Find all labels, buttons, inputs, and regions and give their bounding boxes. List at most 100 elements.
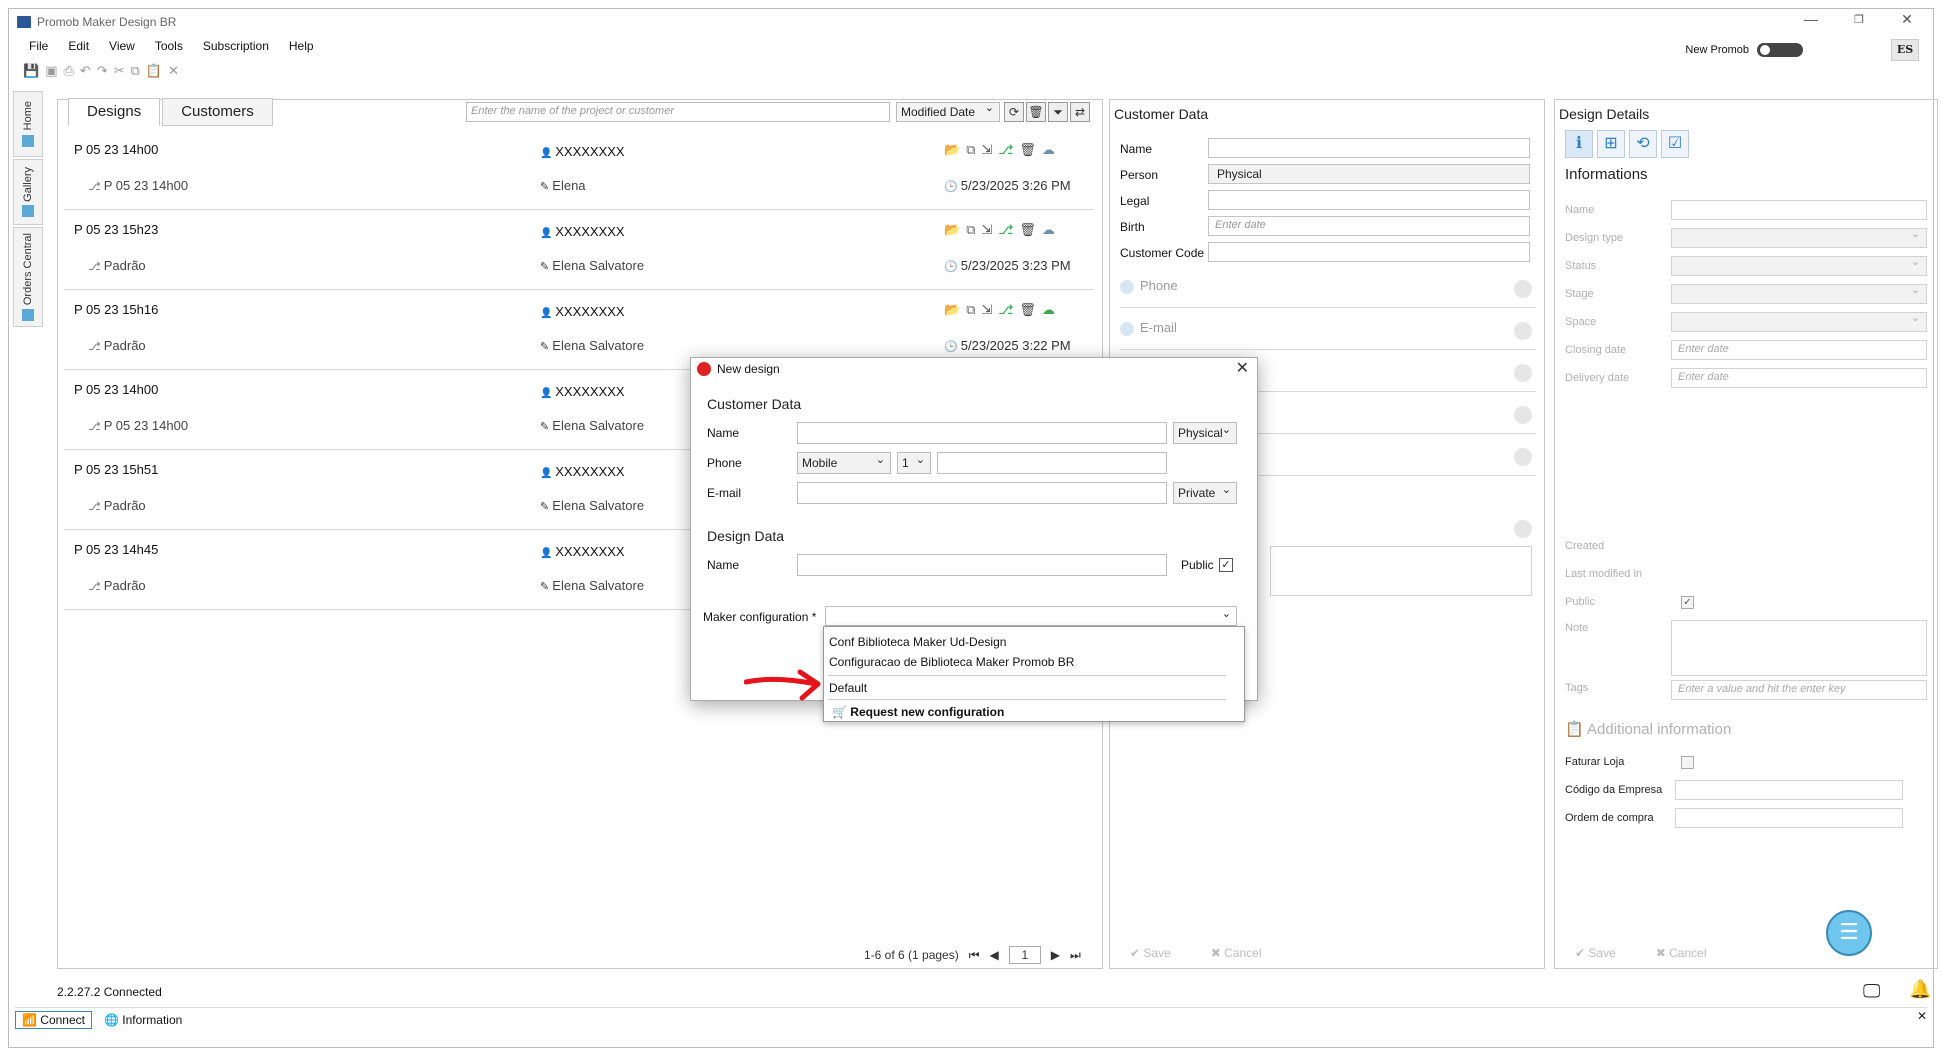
list-item[interactable]: P 05 23 14h00 P 05 23 14h00 XXXXXXXX Ele… xyxy=(64,130,1094,210)
design-type-select[interactable] xyxy=(1671,227,1927,248)
menu-file[interactable]: File xyxy=(19,39,58,53)
sort-select[interactable]: Modified Date xyxy=(896,101,1000,122)
expand-icon[interactable] xyxy=(1514,448,1532,466)
search-input[interactable]: Enter the name of the project or custome… xyxy=(466,102,890,122)
phone-section[interactable]: Phone xyxy=(1120,278,1536,308)
restore-button[interactable]: ❐ xyxy=(1837,13,1881,26)
faturar-loja-checkbox[interactable] xyxy=(1681,756,1694,769)
export-icon[interactable]: ⇲ xyxy=(981,142,992,158)
expand-icon[interactable] xyxy=(1514,364,1532,382)
export-icon[interactable]: ⇲ xyxy=(981,302,992,318)
option-conf-promob-br[interactable]: Configuracao de Biblioteca Maker Promob … xyxy=(829,655,1074,669)
hierarchy-icon[interactable]: ⊞ xyxy=(1597,130,1625,158)
customer-birth-field[interactable]: Enter date xyxy=(1208,216,1530,236)
phone-input[interactable] xyxy=(937,452,1167,474)
ordem-compra-field[interactable] xyxy=(1675,808,1903,828)
page-number-input[interactable]: 1 xyxy=(1008,946,1041,964)
email-section[interactable]: E-mail xyxy=(1120,320,1536,350)
minimize-button[interactable]: — xyxy=(1789,11,1833,27)
prev-page-icon[interactable]: ◀ xyxy=(990,948,999,962)
delivery-date-field[interactable]: Enter date xyxy=(1671,368,1927,388)
customer-legal-field[interactable] xyxy=(1208,190,1530,210)
customer-name-input[interactable] xyxy=(797,422,1167,444)
connect-button[interactable]: 📶 Connect xyxy=(15,1010,92,1029)
customer-person-select[interactable]: Physical xyxy=(1208,164,1530,184)
chat-button[interactable]: ☰ xyxy=(1826,910,1872,956)
maker-config-select[interactable]: ⌄ xyxy=(825,606,1237,626)
dialog-public-checkbox[interactable]: ✓ xyxy=(1219,558,1233,572)
swap-icon[interactable]: ⇄ xyxy=(1070,102,1090,122)
sidebar-item-home[interactable]: Home xyxy=(13,91,43,157)
save-icon[interactable]: 💾 xyxy=(23,63,39,79)
dialog-close-button[interactable]: ✕ xyxy=(1236,358,1249,378)
delete-icon[interactable]: ✕ xyxy=(168,63,179,79)
paste-icon[interactable]: 📋 xyxy=(146,63,162,79)
request-config-button[interactable]: 🛒 Request new configuration xyxy=(832,705,1004,719)
print-icon[interactable]: ⎙ xyxy=(63,63,73,79)
email-input[interactable] xyxy=(797,482,1167,504)
customer-cancel-button[interactable]: ✖ Cancel xyxy=(1211,946,1262,960)
customer-save-button[interactable]: ✔ Save xyxy=(1130,946,1171,960)
info-icon[interactable]: ℹ xyxy=(1565,130,1593,158)
list-item[interactable]: P 05 23 15h23 Padrão XXXXXXXX Elena Salv… xyxy=(64,210,1094,290)
versions-icon[interactable]: ⎇ xyxy=(998,302,1013,318)
email-type-select[interactable]: Private xyxy=(1173,482,1237,504)
notes-textarea[interactable] xyxy=(1270,546,1532,596)
details-cancel-button[interactable]: ✖ Cancel xyxy=(1656,946,1707,960)
copy-icon[interactable]: ⧉ xyxy=(966,302,975,318)
next-page-icon[interactable]: ▶ xyxy=(1051,948,1060,962)
public-checkbox[interactable]: ✓ xyxy=(1681,596,1694,609)
cloud-synced-icon[interactable]: ☁ xyxy=(1042,302,1055,318)
menu-edit[interactable]: Edit xyxy=(58,39,99,53)
filter-icon[interactable]: ⏷ xyxy=(1048,102,1068,122)
customer-name-field[interactable] xyxy=(1208,138,1530,158)
information-button[interactable]: 🌐 Information xyxy=(98,1012,188,1028)
expand-icon[interactable] xyxy=(1514,406,1532,424)
option-conf-ud-design[interactable]: Conf Biblioteca Maker Ud-Design xyxy=(829,635,1006,649)
sidebar-item-orders-central[interactable]: Orders Central xyxy=(13,227,43,327)
close-window-button[interactable]: ✕ xyxy=(1885,11,1929,28)
avatar[interactable]: ES xyxy=(1891,39,1919,61)
undo-icon[interactable]: ↶ xyxy=(80,63,91,79)
details-save-button[interactable]: ✔ Save xyxy=(1575,946,1616,960)
checklist-icon[interactable]: ☑ xyxy=(1661,130,1689,158)
bell-icon[interactable]: 🔔 xyxy=(1909,979,1931,1000)
trash-icon[interactable]: 🗑 xyxy=(1026,102,1046,122)
stage-select[interactable] xyxy=(1671,283,1927,304)
delete-icon[interactable]: 🗑 xyxy=(1019,222,1036,238)
cloud-icon[interactable]: ☁ xyxy=(1042,222,1055,238)
menu-help[interactable]: Help xyxy=(279,39,324,53)
closing-date-field[interactable]: Enter date xyxy=(1671,340,1927,360)
open-folder-icon[interactable]: 📂 xyxy=(944,302,960,318)
new-promob-toggle[interactable] xyxy=(1757,43,1803,57)
copy-icon[interactable]: ⧉ xyxy=(966,142,975,158)
versions-icon[interactable]: ⎇ xyxy=(998,222,1013,238)
copy-icon[interactable]: ⧉ xyxy=(966,222,975,238)
person-type-select[interactable]: Physical xyxy=(1173,422,1237,444)
redo-icon[interactable]: ↷ xyxy=(97,63,108,79)
open-folder-icon[interactable]: 📂 xyxy=(944,142,960,158)
cut-icon[interactable]: ✂ xyxy=(114,63,125,79)
close-bar-icon[interactable]: ✕ xyxy=(1917,1009,1927,1023)
design-name-input[interactable] xyxy=(797,554,1167,576)
open-folder-icon[interactable]: 📂 xyxy=(944,222,960,238)
expand-icon[interactable] xyxy=(1514,322,1532,340)
add-email-icon[interactable] xyxy=(1120,321,1134,336)
option-default[interactable]: Default xyxy=(829,681,867,695)
menu-tools[interactable]: Tools xyxy=(145,39,193,53)
copy-icon[interactable]: ⧉ xyxy=(131,63,140,79)
chat-window-icon[interactable]: 🖵 xyxy=(1863,981,1880,1002)
expand-icon[interactable] xyxy=(1514,520,1532,538)
note-field[interactable] xyxy=(1671,620,1927,676)
delete-icon[interactable]: 🗑 xyxy=(1019,142,1036,158)
menu-view[interactable]: View xyxy=(99,39,145,53)
detail-name-field[interactable] xyxy=(1671,200,1927,220)
cloud-icon[interactable]: ☁ xyxy=(1042,142,1055,158)
customer-code-field[interactable] xyxy=(1208,242,1530,262)
last-page-icon[interactable]: ⏭ xyxy=(1070,948,1081,963)
first-page-icon[interactable]: ⏮ xyxy=(969,948,980,963)
phone-code-select[interactable]: 1 xyxy=(897,452,931,474)
delete-icon[interactable]: 🗑 xyxy=(1019,302,1036,318)
save-as-icon[interactable]: ▣ xyxy=(45,63,57,79)
tab-designs[interactable]: Designs xyxy=(68,98,161,126)
